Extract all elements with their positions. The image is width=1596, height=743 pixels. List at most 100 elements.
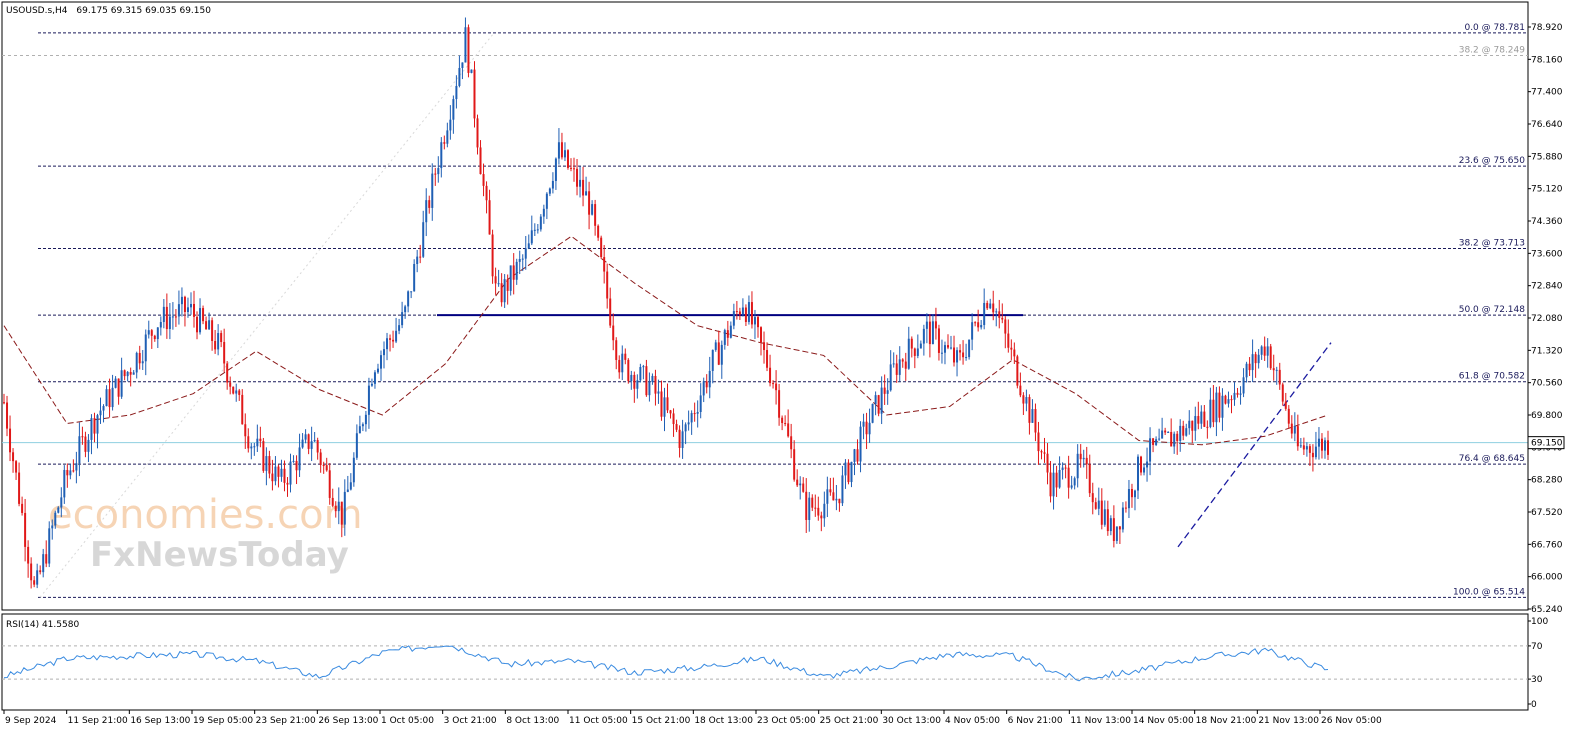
candle-body <box>989 303 992 309</box>
candle-body <box>874 395 877 404</box>
candle-body <box>654 375 657 394</box>
candle-body <box>666 397 669 411</box>
candle-body <box>708 370 711 388</box>
candle-body <box>1022 395 1025 404</box>
candle-body <box>36 570 39 585</box>
candle-body <box>910 338 913 349</box>
candle-body <box>956 350 959 363</box>
candle-body <box>1055 472 1058 488</box>
candle-body <box>355 433 358 458</box>
candle-body <box>214 340 217 350</box>
candle-body <box>615 340 618 360</box>
candle-body <box>705 381 708 388</box>
candle-body <box>271 473 274 482</box>
candle-body <box>174 316 177 318</box>
candle-body <box>410 291 413 293</box>
candle-body <box>1001 317 1004 320</box>
candle-body <box>702 381 705 396</box>
candle-body <box>747 302 750 322</box>
candle-body <box>72 470 75 472</box>
candle-body <box>639 367 642 381</box>
candle-body <box>515 261 518 280</box>
candle-body <box>612 325 615 341</box>
candle-body <box>147 330 150 335</box>
candle-body <box>135 352 138 373</box>
candle-body <box>1152 438 1155 445</box>
candle-body <box>96 415 99 434</box>
candle-body <box>376 368 379 373</box>
candle-body <box>45 554 48 564</box>
candle-body <box>479 147 482 175</box>
candle-body <box>657 391 660 394</box>
candle-body <box>392 339 395 342</box>
time-axis: 9 Sep 2024 11 Sep 21:00 16 Sep 13:00 19 Sep… <box>3 710 1382 726</box>
candle-body <box>962 352 965 358</box>
candle-body <box>183 296 186 312</box>
candle-body <box>642 366 645 368</box>
watermark-line2: FxNewsToday <box>90 535 349 575</box>
candle-body <box>367 385 370 415</box>
candle-body <box>1037 432 1040 452</box>
candle-body <box>307 434 310 449</box>
watermark-line1: economies.com <box>48 492 363 538</box>
ohlc-label: 69.175 69.315 69.035 69.150 <box>76 6 211 16</box>
candle-body <box>87 439 90 452</box>
candle-body <box>247 436 250 449</box>
candle-body <box>364 414 367 425</box>
candle-body <box>1203 411 1206 427</box>
time-tick-label: 6 Nov 21:00 <box>1008 716 1063 726</box>
candle-body <box>793 449 796 480</box>
candle-body <box>1121 507 1124 530</box>
candle-body <box>1097 500 1100 509</box>
candle-body <box>1013 349 1016 357</box>
candle-body <box>741 307 744 315</box>
candle-body <box>138 352 141 364</box>
candle-body <box>1188 420 1191 429</box>
candle-body <box>681 431 684 448</box>
candle-body <box>280 468 283 477</box>
candle-body <box>141 361 144 364</box>
candle-body <box>482 174 485 186</box>
candle-body <box>328 470 331 498</box>
candle-body <box>268 456 271 474</box>
candle-body <box>9 428 12 453</box>
time-tick-label: 25 Oct 21:00 <box>820 716 879 726</box>
candle-body <box>726 330 729 338</box>
candle-body <box>744 307 747 322</box>
time-tick-label: 23 Oct 05:00 <box>757 716 816 726</box>
candle-body <box>51 525 54 529</box>
candle-body <box>922 328 925 344</box>
candle-body <box>630 374 633 382</box>
candle-body <box>289 461 292 485</box>
candle-body <box>1004 319 1007 334</box>
candle-body <box>186 307 189 312</box>
candle-body <box>12 452 15 462</box>
candle-body <box>241 394 244 425</box>
candle-body <box>835 498 838 501</box>
candle-body <box>1242 377 1245 394</box>
candle-body <box>189 303 192 308</box>
candle-body <box>983 302 986 326</box>
time-tick-label: 9 Sep 2024 <box>5 716 57 726</box>
candle-body <box>796 479 799 486</box>
candle-body <box>576 168 579 187</box>
candle-body <box>473 69 476 119</box>
candle-body <box>33 580 36 585</box>
candle-body <box>238 390 241 395</box>
candle-body <box>1206 426 1209 428</box>
fib-label: 100.0 @ 65.514 <box>1453 587 1525 597</box>
candle-body <box>904 361 907 369</box>
candle-body <box>253 446 256 448</box>
candle-body <box>66 469 69 476</box>
candle-body <box>907 338 910 369</box>
candle-body <box>464 27 467 63</box>
candle-body <box>343 491 346 525</box>
candle-body <box>491 234 494 277</box>
price-tick-label: 69.800 <box>1531 411 1563 421</box>
candle-body <box>292 460 295 462</box>
candle-body <box>714 342 717 350</box>
candle-body <box>506 279 509 291</box>
price-tick-label: 67.520 <box>1531 508 1563 518</box>
time-tick-label: 8 Oct 13:00 <box>506 716 559 726</box>
candle-body <box>1155 439 1158 445</box>
